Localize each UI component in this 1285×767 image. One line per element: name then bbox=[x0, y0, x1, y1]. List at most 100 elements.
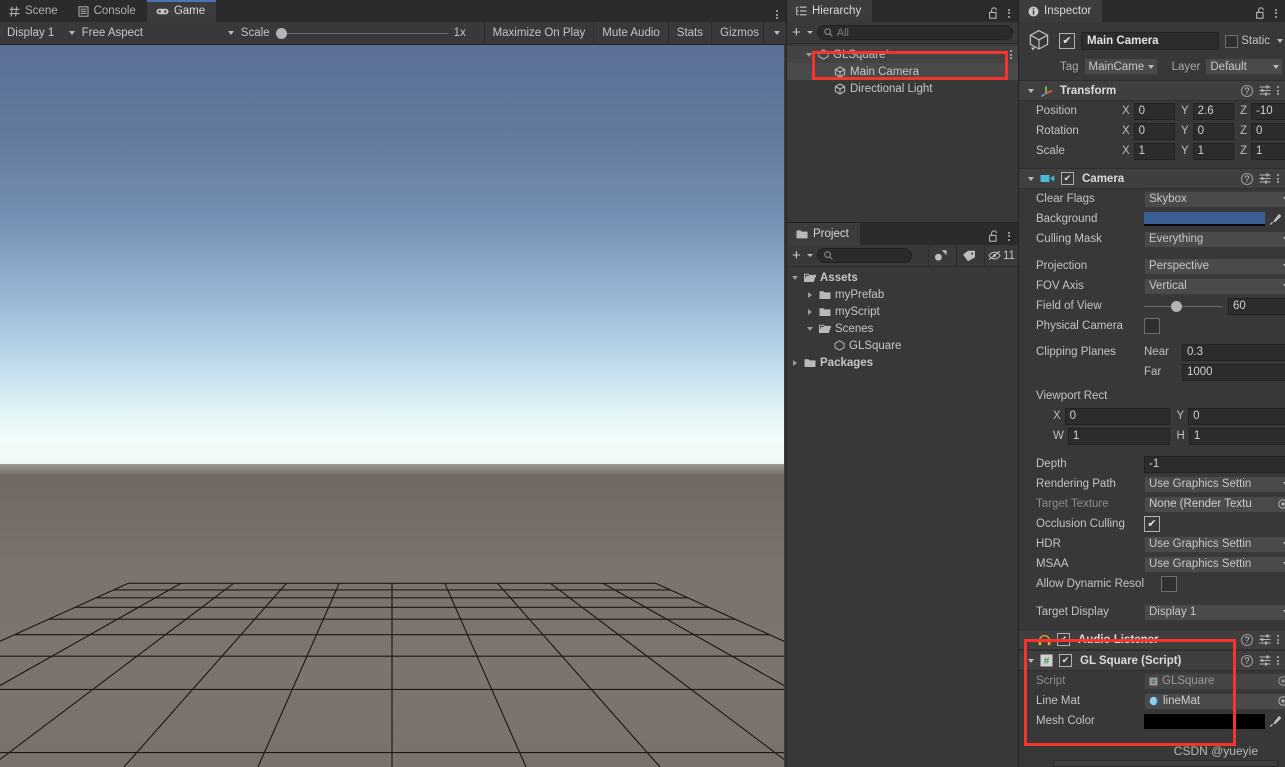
target-display-dropdown[interactable]: Display 1 bbox=[1144, 603, 1285, 621]
chevron-down-icon[interactable] bbox=[1028, 176, 1034, 181]
game-options-kebab-icon[interactable] bbox=[776, 10, 778, 19]
tab-project[interactable]: Project bbox=[787, 223, 860, 245]
gizmos-dropdown[interactable] bbox=[763, 21, 786, 45]
hierarchy-scene-kebab-icon[interactable] bbox=[1010, 50, 1012, 59]
project-search-input[interactable] bbox=[816, 248, 912, 263]
hierarchy-item-main-camera[interactable]: Main Camera bbox=[787, 63, 1018, 80]
component-header-transform[interactable]: Transform ? bbox=[1019, 80, 1285, 101]
hierarchy-item-scene[interactable]: GLSquare* bbox=[787, 46, 1018, 63]
projection-dropdown[interactable]: Perspective bbox=[1144, 257, 1285, 275]
transform-rotation-z-input[interactable]: 0 bbox=[1251, 122, 1285, 140]
project-twisty[interactable] bbox=[804, 291, 815, 298]
camera-enabled-checkbox[interactable]: ✔ bbox=[1061, 172, 1074, 185]
background-color-swatch[interactable] bbox=[1144, 212, 1265, 226]
component-kebab-icon[interactable] bbox=[1277, 635, 1279, 644]
hierarchy-item-directional-light[interactable]: Directional Light bbox=[787, 80, 1018, 97]
mute-audio-button[interactable]: Mute Audio bbox=[593, 21, 668, 45]
project-kebab-icon[interactable] bbox=[1008, 231, 1010, 241]
hierarchy-search-input[interactable]: All bbox=[816, 25, 1013, 40]
transform-scale-z-input[interactable]: 1 bbox=[1251, 142, 1285, 160]
object-picker-icon[interactable] bbox=[1278, 499, 1285, 509]
gameobject-enabled-checkbox[interactable]: ✔ bbox=[1059, 33, 1075, 49]
aspect-dropdown[interactable]: Free Aspect bbox=[78, 25, 237, 42]
project-item-myprefab[interactable]: myPrefab bbox=[787, 286, 1018, 303]
static-checkbox[interactable] bbox=[1225, 34, 1239, 48]
component-header-gl-square[interactable]: # ✔ GL Square (Script) ? bbox=[1019, 650, 1285, 671]
chevron-down-icon[interactable] bbox=[1028, 658, 1034, 663]
help-icon[interactable]: ? bbox=[1241, 172, 1253, 185]
layer-dropdown[interactable]: Default bbox=[1205, 58, 1283, 75]
culling-mask-dropdown[interactable]: Everything bbox=[1144, 230, 1285, 248]
scale-slider-group[interactable]: Scale 1x bbox=[237, 25, 484, 42]
filter-by-type-icon[interactable] bbox=[928, 244, 952, 267]
clear-flags-dropdown[interactable]: Skybox bbox=[1144, 190, 1285, 208]
hierarchy-kebab-icon[interactable] bbox=[1008, 8, 1010, 18]
project-item-glsquare[interactable]: GLSquare bbox=[787, 337, 1018, 354]
help-icon[interactable]: ? bbox=[1241, 654, 1253, 667]
viewport-h-input[interactable]: 1 bbox=[1188, 427, 1285, 445]
far-input[interactable]: 1000 bbox=[1182, 363, 1285, 381]
fov-slider-handle[interactable] bbox=[1170, 300, 1182, 312]
component-kebab-icon[interactable] bbox=[1277, 656, 1279, 665]
tag-dropdown[interactable]: MainCame bbox=[1083, 58, 1158, 75]
audio-listener-enabled-checkbox[interactable]: ✔ bbox=[1057, 633, 1070, 646]
object-picker-icon[interactable] bbox=[1278, 696, 1285, 706]
eyedropper-icon[interactable] bbox=[1265, 715, 1285, 728]
eyedropper-icon[interactable] bbox=[1265, 213, 1285, 226]
filter-by-label-icon[interactable] bbox=[956, 244, 980, 267]
depth-input[interactable]: -1 bbox=[1144, 455, 1285, 473]
tab-scene[interactable]: Scene bbox=[0, 0, 69, 22]
transform-scale-x-input[interactable]: 1 bbox=[1133, 142, 1175, 160]
project-item-packages[interactable]: Packages bbox=[787, 354, 1018, 371]
transform-rotation-x-input[interactable]: 0 bbox=[1133, 122, 1175, 140]
tab-hierarchy[interactable]: Hierarchy bbox=[787, 0, 873, 22]
preset-icon[interactable] bbox=[1259, 173, 1271, 184]
preset-icon[interactable] bbox=[1259, 655, 1271, 666]
project-item-myscript[interactable]: myScript bbox=[787, 303, 1018, 320]
game-render-canvas[interactable] bbox=[0, 45, 784, 767]
physical-camera-checkbox[interactable] bbox=[1144, 318, 1160, 334]
hierarchy-scene-twisty[interactable] bbox=[803, 52, 814, 57]
project-twisty[interactable] bbox=[804, 308, 815, 315]
gameobject-name-field[interactable]: Main Camera bbox=[1081, 32, 1220, 50]
allow-dynamic-checkbox[interactable] bbox=[1161, 576, 1177, 592]
help-icon[interactable]: ? bbox=[1241, 633, 1253, 646]
scale-slider[interactable] bbox=[275, 25, 448, 42]
lock-open-icon[interactable] bbox=[1256, 7, 1266, 19]
hierarchy-add-button[interactable]: + bbox=[792, 25, 813, 40]
fov-axis-dropdown[interactable]: Vertical bbox=[1144, 277, 1285, 295]
project-twisty[interactable] bbox=[789, 359, 800, 366]
transform-rotation-y-input[interactable]: 0 bbox=[1192, 122, 1234, 140]
line-mat-field[interactable]: lineMat bbox=[1144, 692, 1285, 710]
project-item-assets[interactable]: Assets bbox=[787, 269, 1018, 286]
component-header-audio-listener[interactable]: ✔ Audio Listener ? bbox=[1019, 629, 1285, 650]
viewport-x-input[interactable]: 0 bbox=[1064, 407, 1170, 425]
display-dropdown[interactable]: Display 1 bbox=[0, 25, 78, 42]
occlusion-culling-checkbox[interactable]: ✔ bbox=[1144, 516, 1160, 532]
msaa-dropdown[interactable]: Use Graphics Settin bbox=[1144, 555, 1285, 573]
target-texture-field[interactable]: None (Render Textu bbox=[1144, 495, 1285, 513]
inspector-kebab-icon[interactable] bbox=[1275, 8, 1277, 18]
viewport-y-input[interactable]: 0 bbox=[1188, 407, 1285, 425]
component-kebab-icon[interactable] bbox=[1277, 86, 1279, 95]
gl-square-enabled-checkbox[interactable]: ✔ bbox=[1059, 654, 1072, 667]
project-twisty[interactable] bbox=[789, 275, 800, 280]
preset-icon[interactable] bbox=[1259, 634, 1271, 645]
project-twisty[interactable] bbox=[804, 326, 815, 331]
static-toggle-group[interactable]: Static bbox=[1225, 34, 1285, 48]
transform-position-x-input[interactable]: 0 bbox=[1133, 102, 1175, 120]
stats-button[interactable]: Stats bbox=[667, 21, 711, 45]
gizmos-button[interactable]: Gizmos bbox=[711, 21, 763, 45]
add-component-button[interactable] bbox=[1053, 760, 1278, 767]
tab-console[interactable]: Console bbox=[69, 0, 147, 22]
maximize-on-play-button[interactable]: Maximize On Play bbox=[483, 21, 594, 45]
object-picker-icon[interactable] bbox=[1278, 676, 1285, 686]
transform-position-y-input[interactable]: 2.6 bbox=[1192, 102, 1234, 120]
scale-slider-handle[interactable] bbox=[275, 27, 287, 39]
project-add-button[interactable]: + bbox=[792, 248, 813, 263]
chevron-down-icon[interactable] bbox=[1028, 88, 1034, 93]
lock-open-icon[interactable] bbox=[989, 7, 999, 19]
hidden-packages-toggle[interactable]: 11 bbox=[984, 244, 1018, 267]
tab-inspector[interactable]: Inspector bbox=[1019, 0, 1103, 22]
help-icon[interactable]: ? bbox=[1241, 84, 1253, 97]
